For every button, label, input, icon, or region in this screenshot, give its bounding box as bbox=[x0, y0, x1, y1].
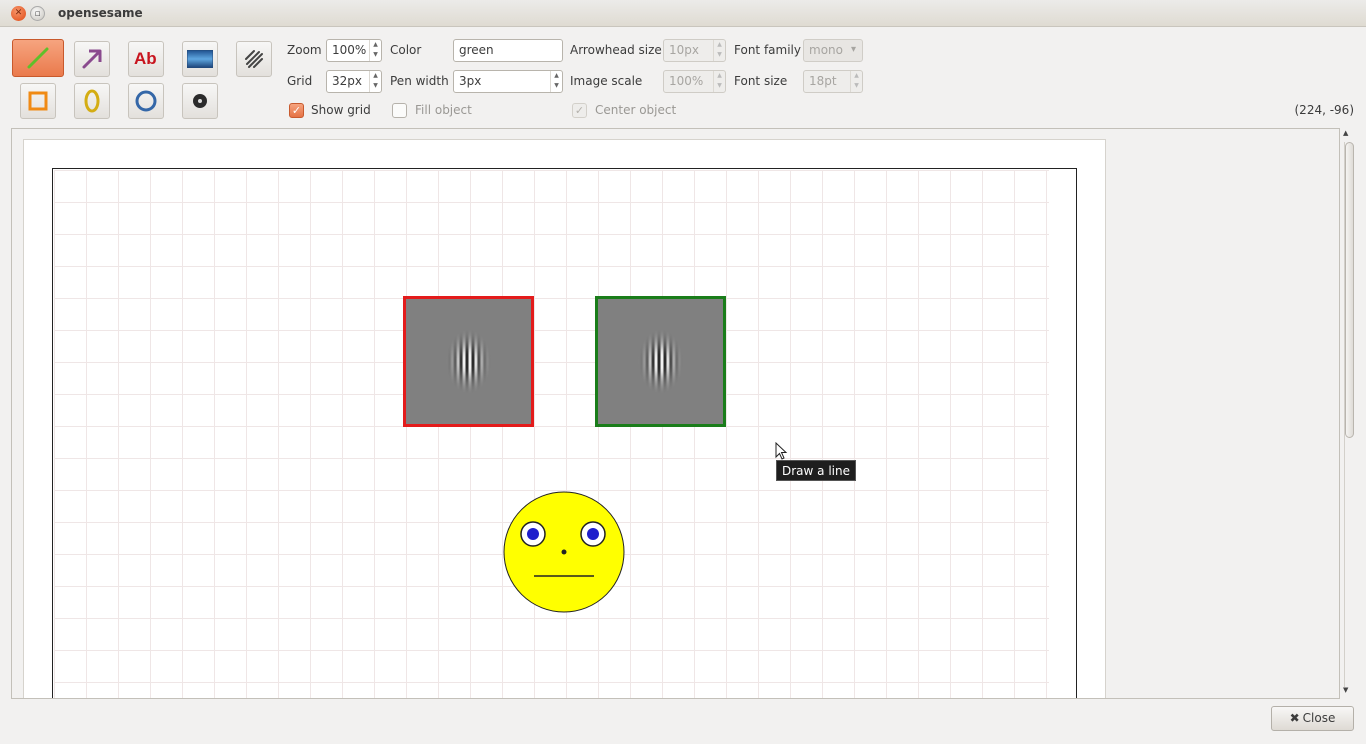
chevron-down-icon: ▾ bbox=[850, 44, 856, 55]
show-grid-label[interactable]: Show grid bbox=[311, 103, 371, 117]
arrow-tool-button[interactable] bbox=[74, 41, 110, 77]
canvas-sheet bbox=[23, 139, 1106, 698]
mouse-pointer-icon bbox=[775, 442, 788, 460]
fill-object-label[interactable]: Fill object bbox=[415, 103, 472, 117]
grid-spinbox[interactable]: 32px ▲ ▼ bbox=[326, 70, 382, 93]
gabor-patch-red-frame[interactable] bbox=[403, 296, 534, 427]
scroll-up-icon[interactable]: ▲ bbox=[1343, 129, 1348, 137]
zoom-spinbox[interactable]: 100% ▲ ▼ bbox=[326, 39, 382, 62]
spin-arrows-icon[interactable]: ▲ ▼ bbox=[369, 71, 381, 92]
scroll-down-icon[interactable]: ▼ bbox=[1343, 686, 1348, 694]
fixdot-tool-button[interactable] bbox=[182, 83, 218, 119]
smiley-face[interactable] bbox=[502, 491, 626, 615]
title-bar: ✕ ▫ opensesame bbox=[0, 0, 1366, 27]
gabor-patch-green-frame[interactable] bbox=[595, 296, 726, 427]
rect-tool-button[interactable] bbox=[20, 83, 56, 119]
arrowhead-size-value: 10px bbox=[669, 43, 699, 57]
gabor-patch bbox=[406, 299, 531, 424]
vertical-scrollbar[interactable]: ▲ ▼ bbox=[1342, 128, 1356, 699]
window-maximize-icon[interactable]: ▫ bbox=[30, 6, 45, 21]
grid-overlay bbox=[54, 170, 1049, 698]
fill-object-checkbox[interactable] bbox=[392, 103, 407, 118]
spin-arrows-icon: ▲ ▼ bbox=[850, 71, 862, 92]
grid-value: 32px bbox=[332, 74, 362, 88]
font-family-label: Font family bbox=[734, 43, 801, 57]
grid-label: Grid bbox=[287, 74, 313, 88]
color-value: green bbox=[459, 43, 494, 57]
arrow-icon bbox=[82, 49, 102, 69]
cursor-coordinates: (224, -96) bbox=[1294, 103, 1355, 117]
canvas-viewport[interactable] bbox=[11, 128, 1340, 699]
tooltip: Draw a line bbox=[776, 460, 856, 481]
color-label: Color bbox=[390, 43, 422, 57]
text-tool-icon: Ab bbox=[134, 49, 157, 68]
spin-arrows-icon: ▲ ▼ bbox=[713, 71, 725, 92]
image-tool-button[interactable] bbox=[182, 41, 218, 77]
circle-icon bbox=[135, 90, 157, 112]
center-object-checkbox: ✓ bbox=[572, 103, 587, 118]
spin-arrows-icon[interactable]: ▲ ▼ bbox=[550, 71, 562, 92]
window-title: opensesame bbox=[58, 6, 143, 20]
color-input[interactable]: green bbox=[453, 39, 563, 62]
circle-tool-button[interactable] bbox=[128, 83, 164, 119]
pen-width-label: Pen width bbox=[390, 74, 449, 88]
font-family-value: mono bbox=[809, 43, 843, 57]
spin-arrows-icon: ▲ ▼ bbox=[713, 40, 725, 61]
gabor-tool-button[interactable] bbox=[236, 41, 272, 77]
gabor-patch bbox=[598, 299, 723, 424]
image-scale-value: 100% bbox=[669, 74, 704, 88]
close-button-label: Close bbox=[1302, 711, 1336, 725]
zoom-label: Zoom bbox=[287, 43, 322, 57]
image-icon bbox=[187, 50, 213, 68]
font-size-value: 18pt bbox=[809, 74, 837, 88]
ellipse-icon bbox=[84, 89, 100, 113]
scroll-thumb[interactable] bbox=[1345, 142, 1354, 438]
show-grid-checkbox[interactable]: ✓ bbox=[289, 103, 304, 118]
line-icon bbox=[27, 47, 49, 69]
font-family-select: mono ▾ bbox=[803, 39, 863, 62]
image-scale-label: Image scale bbox=[570, 74, 643, 88]
font-size-label: Font size bbox=[734, 74, 788, 88]
font-size-spinbox: 18pt ▲ ▼ bbox=[803, 70, 863, 93]
rectangle-icon bbox=[28, 91, 48, 111]
ellipse-tool-button[interactable] bbox=[74, 83, 110, 119]
pen-width-spinbox[interactable]: 3px ▲ ▼ bbox=[453, 70, 563, 93]
fixation-dot-icon bbox=[193, 94, 207, 108]
spin-arrows-icon[interactable]: ▲ ▼ bbox=[369, 40, 381, 61]
gabor-patch-icon bbox=[245, 50, 263, 68]
zoom-value: 100% bbox=[332, 43, 367, 57]
image-scale-spinbox: 100% ▲ ▼ bbox=[663, 70, 726, 93]
center-object-label: Center object bbox=[595, 103, 677, 117]
text-tool-button[interactable]: Ab bbox=[128, 41, 164, 77]
window-close-icon[interactable]: ✕ bbox=[11, 6, 26, 21]
line-tool-button[interactable] bbox=[12, 39, 64, 77]
pen-width-value: 3px bbox=[459, 74, 482, 88]
close-icon: ✖ bbox=[1289, 711, 1300, 725]
arrowhead-size-label: Arrowhead size bbox=[570, 43, 662, 57]
close-button[interactable]: ✖ Close bbox=[1271, 706, 1354, 731]
arrowhead-size-spinbox: 10px ▲ ▼ bbox=[663, 39, 726, 62]
